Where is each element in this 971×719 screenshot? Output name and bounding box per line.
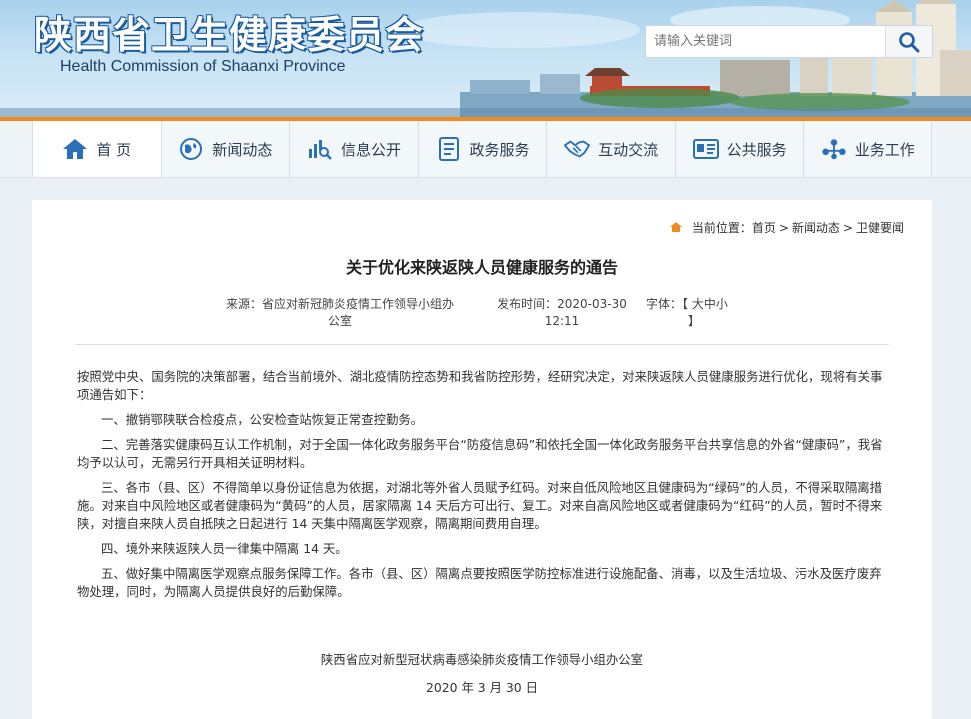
font-size-medium[interactable]: 中 [704,297,716,311]
nav-item-public[interactable]: 公共服务 [674,121,804,177]
breadcrumb-home-link[interactable]: 首页 [752,219,776,236]
home-icon [62,136,88,162]
nav-item-info[interactable]: 信息公开 [289,121,418,177]
nav-item-label: 信息公开 [340,140,401,159]
article-paragraph: 按照党中央、国务院的决策部署，结合当前境外、湖北疫情防控态势和我省防控形势，经研… [77,369,883,402]
nav-item-label: 新闻动态 [212,140,273,159]
search-icon [899,31,920,52]
site-logo-subtitle: Health Commission of Shaanxi Province [60,58,346,75]
article-publish-time: 发布时间：2020-03-30 12:11 [482,296,642,330]
chart-search-icon [307,136,333,162]
search-box [645,25,933,58]
article-signature: 陕西省应对新型冠状病毒感染肺炎疫情工作领导小组办公室 [320,652,644,667]
home-icon [669,221,682,235]
article-paragraph: 一、撤销鄂陕联合检疫点，公安检查站恢复正常查控勤务。 [101,412,424,427]
article-paragraph: 二、完善落实健康码互认工作机制，对于全国一体化政务服务平台“防疫信息码”和依托全… [77,437,883,470]
time-label: 发布时间： [497,297,558,311]
article-divider [75,344,889,345]
network-icon [821,136,847,162]
article-date: 2020 年 3 月 30 日 [425,680,539,695]
time-value-clock: 12:11 [544,314,580,328]
breadcrumb-current-link[interactable]: 卫健要闻 [856,219,904,236]
nav-item-interaction[interactable]: 互动交流 [546,121,675,177]
breadcrumb-separator: > [842,220,853,235]
nav-item-news[interactable]: 新闻动态 [160,121,290,177]
breadcrumb: 当前位置： 首页 > 新闻动态 > 卫健要闻 [669,219,904,236]
article-body: 按照党中央、国务院的决策部署，结合当前境外、湖北疫情防控态势和我省防控形势，经研… [77,368,885,608]
article-source: 来源：省应对新冠肺炎疫情工作领导小组办 公室 [220,296,460,330]
search-button[interactable] [885,26,932,57]
main-nav: 首 页 新闻动态 信息公开 政务服务 互动交流 公共服务 业务工作 [0,121,971,178]
nav-item-label: 政务服务 [469,140,530,159]
article-paragraph: 三、各市（县、区）不得简单以身份证信息为依据，对湖北等外省人员赋予红码。对来自低… [77,480,883,531]
source-value-line2: 公室 [327,314,352,328]
nav-item-label: 业务工作 [854,140,915,159]
font-size-large[interactable]: 大 [692,297,704,311]
globe-icon [178,136,204,162]
font-size-small[interactable]: 小 [716,297,728,311]
article-panel: 当前位置： 首页 > 新闻动态 > 卫健要闻 关于优化来陕返陕人员健康服务的通告… [32,200,932,719]
article-paragraph: 四、境外来陕返陕人员一律集中隔离 14 天。 [101,541,348,556]
font-size-bracket-open: 【 [682,297,689,311]
search-input[interactable] [646,26,886,57]
nav-item-home[interactable]: 首 页 [32,121,161,177]
nav-item-label: 首 页 [96,140,132,159]
id-card-icon [692,136,719,162]
article-paragraph: 五、做好集中隔离医学观察点服务保障工作。各市（县、区）隔离点要按照医学防控标准进… [77,566,882,599]
time-value-date: 2020-03-30 [557,297,627,311]
source-value-line1: 省应对新冠肺炎疫情工作领导小组办 [262,297,455,311]
nav-item-label: 互动交流 [598,140,659,159]
handshake-icon [564,136,591,162]
font-size-bracket-close: 】 [688,314,701,328]
site-logo-title[interactable]: 陕西省卫生健康委员会 [34,4,424,59]
font-size-label: 字体： [646,297,683,311]
nav-item-services[interactable]: 政务服务 [417,121,547,177]
nav-item-label: 公共服务 [726,140,787,159]
breadcrumb-separator: > [778,220,789,235]
source-label: 来源： [225,297,262,311]
document-list-icon [436,136,462,162]
nav-item-business[interactable]: 业务工作 [803,121,933,177]
article-title: 关于优化来陕返陕人员健康服务的通告 [345,258,618,277]
site-header: 陕西省卫生健康委员会 Health Commission of Shaanxi … [0,0,971,117]
font-size-switcher: 字体：【 大中小 】 [646,296,756,330]
breadcrumb-news-link[interactable]: 新闻动态 [792,219,840,236]
breadcrumb-prefix: 当前位置： [691,221,752,235]
